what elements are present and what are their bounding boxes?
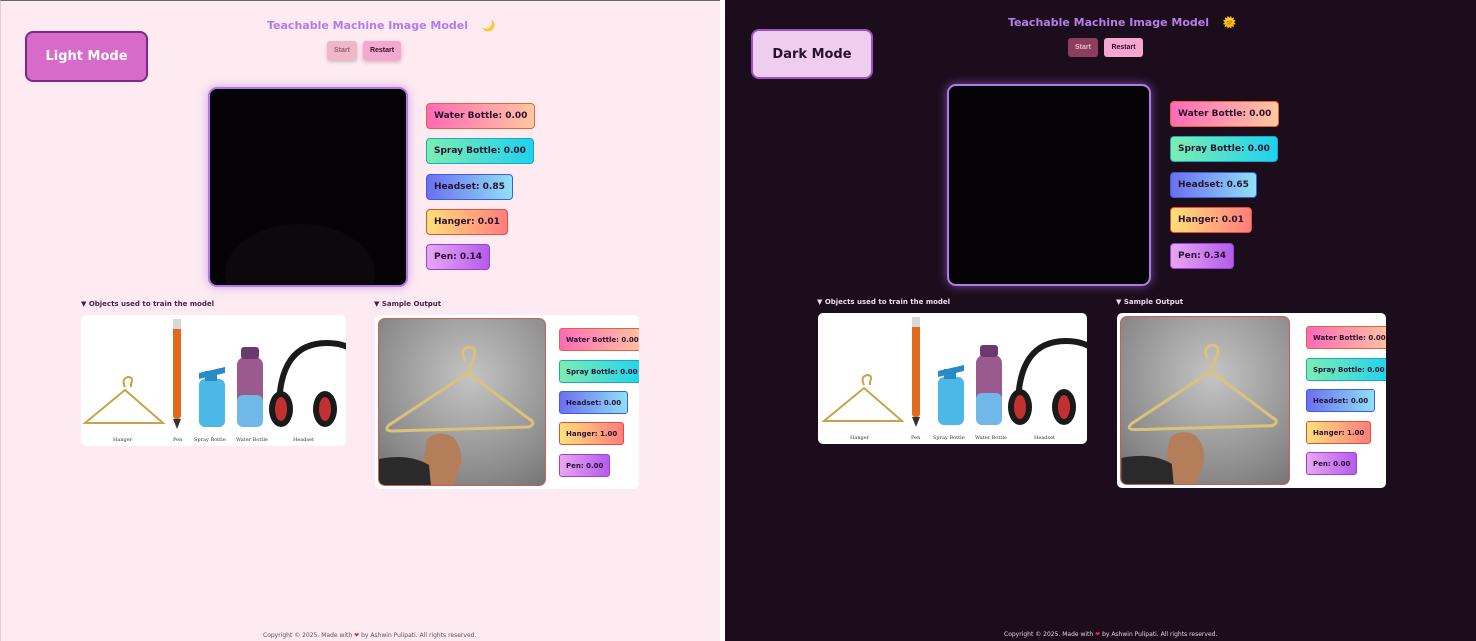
webcam-feed xyxy=(208,87,408,324)
mode-badge: Dark Mode xyxy=(751,29,873,79)
sample-prediction-pen: Pen: 0.00 xyxy=(559,454,611,477)
sample-output-section-toggle[interactable]: ▼ Sample Output xyxy=(374,300,441,308)
prediction-spray-bottle: Spray Bottle: 0.00 xyxy=(1170,136,1278,162)
caption-hanger: Hanger xyxy=(113,437,133,443)
prediction-spray-bottle: Spray Bottle: 0.00 xyxy=(426,138,534,164)
caption-headset: Headset xyxy=(1034,435,1056,441)
training-objects-image: Hanger Pen Spray Bottle Water Bottle Hea… xyxy=(818,313,1087,444)
prediction-hanger: Hanger: 0.01 xyxy=(426,209,508,235)
caption-spray-bottle: Spray Bottle xyxy=(194,437,226,443)
restart-button[interactable]: Restart xyxy=(363,41,401,60)
prediction-pen: Pen: 0.14 xyxy=(426,244,491,270)
caption-pen: Pen xyxy=(911,435,921,441)
mode-badge: Light Mode xyxy=(25,31,148,82)
footer-suffix: by Ashwin Pulipati. All rights reserved. xyxy=(1100,631,1218,638)
sample-photo xyxy=(1120,316,1290,485)
sample-prediction-water-bottle: Water Bottle: 0.00 xyxy=(1306,326,1386,349)
prediction-water-bottle: Water Bottle: 0.00 xyxy=(1170,101,1280,127)
prediction-headset: Headset: 0.65 xyxy=(1170,172,1257,198)
restart-button[interactable]: Restart xyxy=(1104,38,1143,57)
sample-prediction-hanger: Hanger: 1.00 xyxy=(559,422,625,445)
moon-icon[interactable]: 🌙 xyxy=(482,19,496,32)
dark-mode-panel: Dark Mode Teachable Machine Image Model … xyxy=(725,0,1476,641)
start-button[interactable]: Start xyxy=(327,41,357,60)
caption-hanger: Hanger xyxy=(850,435,870,441)
light-mode-panel: Light Mode Teachable Machine Image Model… xyxy=(0,0,720,641)
sample-prediction-headset: Headset: 0.00 xyxy=(1306,389,1376,412)
training-objects-image: Hanger Pen Spray Bottle Water Bottle Hea… xyxy=(81,315,346,446)
sample-prediction-spray-bottle: Spray Bottle: 0.00 xyxy=(1306,358,1386,381)
footer-suffix: by Ashwin Pulipati. All rights reserved. xyxy=(359,632,477,639)
sample-prediction-spray-bottle: Spray Bottle: 0.00 xyxy=(559,360,639,383)
prediction-water-bottle: Water Bottle: 0.00 xyxy=(426,103,536,129)
prediction-pen: Pen: 0.34 xyxy=(1170,243,1235,269)
start-button[interactable]: Start xyxy=(1068,38,1098,57)
sample-output-card: Water Bottle: 0.00 Spray Bottle: 0.00 He… xyxy=(375,315,639,489)
caption-water-bottle: Water Bottle xyxy=(236,437,268,443)
app-title: Teachable Machine Image Model 🌞 xyxy=(1008,16,1237,29)
app-title-text: Teachable Machine Image Model xyxy=(1008,16,1209,29)
app-title: Teachable Machine Image Model 🌙 xyxy=(267,19,496,32)
webcam-feed xyxy=(947,84,1151,286)
sample-prediction-headset: Headset: 0.00 xyxy=(559,391,629,414)
footer: Copyright © 2025. Made with ❤ by Ashwin … xyxy=(263,632,476,639)
training-objects-illustration xyxy=(82,319,346,429)
footer: Copyright © 2025. Made with ❤ by Ashwin … xyxy=(1004,631,1217,638)
caption-water-bottle: Water Bottle xyxy=(975,435,1007,441)
objects-section-toggle[interactable]: ▼ Objects used to train the model xyxy=(81,300,214,308)
sample-hanger-photo xyxy=(379,345,535,485)
caption-pen: Pen xyxy=(173,437,183,443)
sample-prediction-water-bottle: Water Bottle: 0.00 xyxy=(559,328,639,351)
prediction-headset: Headset: 0.85 xyxy=(426,174,513,200)
caption-headset: Headset xyxy=(293,437,315,443)
footer-prefix: Copyright © 2025. Made with xyxy=(263,632,355,639)
sample-prediction-pen: Pen: 0.00 xyxy=(1306,452,1358,475)
webcam-shadow-graphic xyxy=(225,224,375,324)
sample-output-card: Water Bottle: 0.00 Spray Bottle: 0.00 He… xyxy=(1117,313,1386,488)
sample-prediction-hanger: Hanger: 1.00 xyxy=(1306,421,1372,444)
objects-section-toggle[interactable]: ▼ Objects used to train the model xyxy=(817,298,950,306)
footer-prefix: Copyright © 2025. Made with xyxy=(1004,631,1096,638)
training-objects-illustration xyxy=(821,317,1087,427)
caption-spray-bottle: Spray Bottle xyxy=(933,435,965,441)
sun-icon[interactable]: 🌞 xyxy=(1223,16,1237,29)
sample-output-section-toggle[interactable]: ▼ Sample Output xyxy=(1116,298,1183,306)
prediction-hanger: Hanger: 0.01 xyxy=(1170,207,1252,233)
sample-photo xyxy=(378,318,546,486)
sample-hanger-photo xyxy=(1121,343,1278,484)
app-title-text: Teachable Machine Image Model xyxy=(267,19,468,32)
